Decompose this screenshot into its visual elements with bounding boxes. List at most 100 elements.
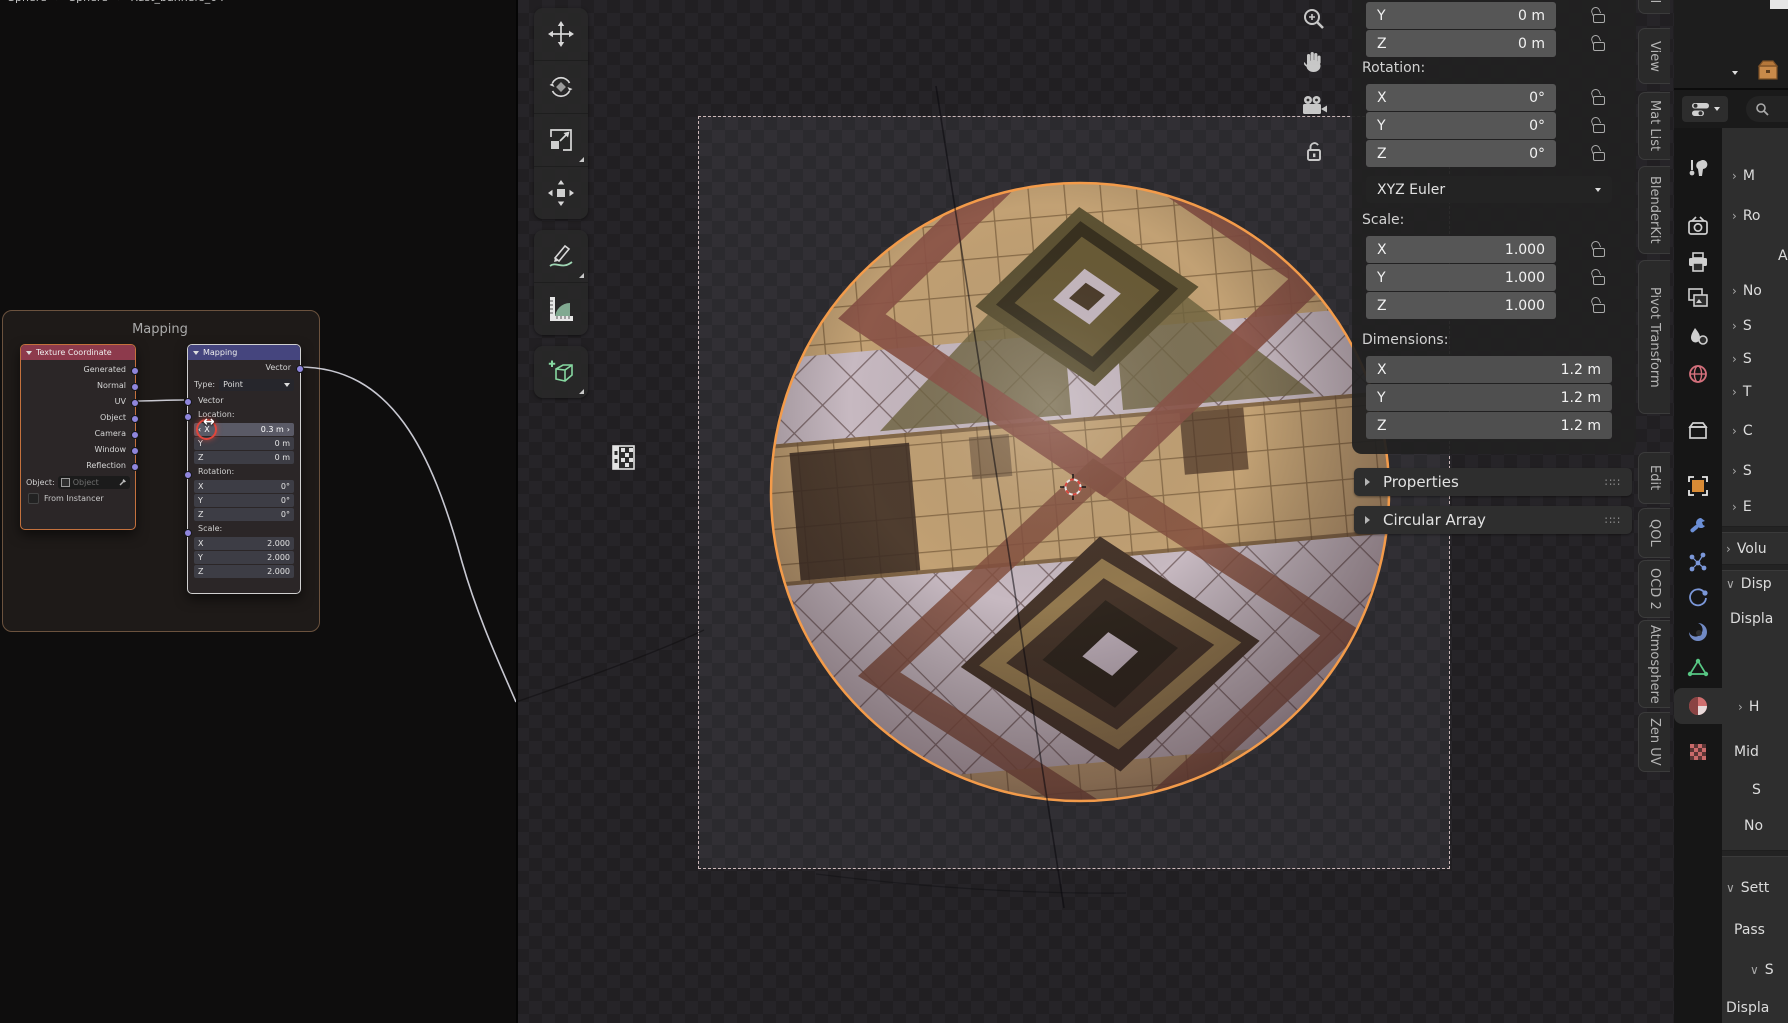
lock-gizmo[interactable] (1294, 132, 1334, 172)
rotation-x-slider[interactable]: X 0° (194, 480, 294, 493)
panel-row-displacement[interactable]: ∨Disp (1726, 576, 1772, 592)
annotate-tool-button[interactable] (534, 230, 588, 282)
panel-row[interactable]: ›S (1732, 463, 1752, 479)
texture-coordinate-node[interactable]: Texture Coordinate Generated Normal UV O… (20, 344, 136, 530)
panel-grip-icon[interactable]: ∷∷ (1605, 476, 1621, 489)
location-y-field[interactable]: Y 0 m (1366, 2, 1556, 29)
sidebar-tab-atmosphere[interactable]: Atmosphere (1638, 620, 1670, 708)
tab-tool[interactable] (1674, 150, 1722, 186)
scale-tool-button[interactable] (534, 113, 588, 166)
rotation-y-field[interactable]: Y 0° (1366, 112, 1556, 139)
rotation-z-field[interactable]: Z 0° (1366, 140, 1556, 167)
scale-x-field[interactable]: X 1.000 (1366, 236, 1556, 263)
camera-gizmo[interactable] (1294, 86, 1334, 126)
socket-location[interactable] (184, 413, 192, 421)
socket-rotation[interactable] (184, 471, 192, 479)
socket-object[interactable] (131, 415, 139, 423)
scale-z-field[interactable]: Z 1.000 (1366, 292, 1556, 319)
sidebar-tab-qol[interactable]: QOL (1638, 508, 1670, 558)
lock-rotation-z-icon[interactable] (1592, 145, 1608, 162)
collapse-chevron-icon[interactable] (26, 351, 32, 358)
sidebar-tab-ocd-2[interactable]: OCD 2 (1638, 560, 1670, 618)
scale-y-slider[interactable]: Y 2.000 (194, 551, 294, 564)
tab-output[interactable] (1674, 244, 1722, 280)
tab-modifiers[interactable] (1674, 508, 1722, 544)
shader-editor[interactable]: Sphere › Sphere › Rust_banners_04 Mappin… (0, 0, 518, 1023)
panel-row[interactable]: ›C (1732, 423, 1753, 439)
lock-scale-z-icon[interactable] (1592, 297, 1608, 314)
slider-increment[interactable]: › (287, 425, 290, 434)
dimension-y-field[interactable]: Y 1.2 m (1366, 384, 1612, 411)
texture-coordinate-node-header[interactable]: Texture Coordinate (21, 345, 135, 360)
sidebar-tab-tool[interactable]: Tool (1638, 0, 1670, 14)
socket-camera[interactable] (131, 431, 139, 439)
from-instancer-row[interactable]: From Instancer (21, 490, 135, 506)
panel-grip-icon[interactable]: ∷∷ (1605, 514, 1621, 527)
panel-row[interactable]: ∨S (1750, 962, 1774, 978)
tab-object-data[interactable] (1674, 650, 1722, 686)
dimension-z-field[interactable]: Z 1.2 m (1366, 412, 1612, 439)
panel-row[interactable]: ›T (1732, 384, 1751, 400)
add-cube-tool-button[interactable] (534, 346, 588, 398)
sidebar-tab-pivot-transform[interactable]: Pivot Transform (1638, 260, 1670, 414)
tab-material[interactable] (1674, 688, 1722, 724)
tab-object[interactable] (1674, 468, 1722, 504)
tab-texture[interactable] (1674, 734, 1722, 770)
dimension-x-field[interactable]: X 1.2 m (1366, 356, 1612, 383)
properties-panel-header[interactable]: Properties ∷∷ (1354, 468, 1632, 496)
rotation-x-field[interactable]: X 0° (1366, 84, 1556, 111)
tab-physics[interactable] (1674, 580, 1722, 616)
socket-vector-input[interactable] (184, 398, 192, 406)
socket-reflection[interactable] (131, 463, 139, 471)
tab-scene[interactable] (1674, 318, 1722, 354)
sidebar-tab-zen-uv[interactable]: Zen UV (1638, 712, 1670, 772)
panel-row[interactable]: ›E (1732, 499, 1752, 515)
panel-row-settings[interactable]: ∨Sett (1726, 880, 1769, 896)
tab-constraints[interactable] (1674, 614, 1722, 650)
object-field[interactable]: Object (58, 476, 130, 489)
zoom-gizmo[interactable] (1294, 0, 1334, 40)
lock-rotation-y-icon[interactable] (1592, 117, 1608, 134)
move-tool-button[interactable] (534, 8, 588, 60)
panel-row[interactable]: ›M (1732, 168, 1755, 184)
editor-type-button[interactable] (1682, 96, 1728, 122)
circular-array-panel-header[interactable]: Circular Array ∷∷ (1354, 506, 1632, 534)
tab-render[interactable] (1674, 208, 1722, 244)
search-field[interactable] (1746, 96, 1788, 122)
lock-rotation-x-icon[interactable] (1592, 89, 1608, 106)
rotate-tool-button[interactable] (534, 60, 588, 113)
socket-normal[interactable] (131, 383, 139, 391)
panel-row[interactable]: ›S (1732, 318, 1752, 334)
panel-row[interactable]: ›No (1732, 283, 1762, 299)
socket-scale[interactable] (184, 529, 192, 537)
location-z-field[interactable]: Z 0 m (1366, 30, 1556, 57)
mapping-node-header[interactable]: Mapping (188, 345, 300, 360)
socket-vector-output[interactable] (296, 365, 304, 373)
lock-scale-x-icon[interactable] (1592, 241, 1608, 258)
scale-z-slider[interactable]: Z 2.000 (194, 565, 294, 578)
tab-collection[interactable] (1674, 412, 1722, 448)
location-z-slider[interactable]: Z 0 m (194, 451, 294, 464)
measure-tool-button[interactable] (534, 282, 588, 335)
chevron-down-icon[interactable] (1732, 71, 1738, 78)
sidebar-tab-blenderkit[interactable]: BlenderKit (1638, 166, 1670, 254)
socket-generated[interactable] (131, 367, 139, 375)
sidebar-tab-view[interactable]: View (1638, 28, 1670, 84)
socket-uv[interactable] (131, 399, 139, 407)
rotation-y-slider[interactable]: Y 0° (194, 494, 294, 507)
sidebar-tab-edit[interactable]: Edit (1638, 452, 1670, 504)
lock-scale-y-icon[interactable] (1592, 269, 1608, 286)
tab-particles[interactable] (1674, 544, 1722, 580)
tab-world[interactable] (1674, 356, 1722, 392)
rotation-mode-dropdown[interactable]: XYZ Euler (1366, 176, 1612, 203)
eyedropper-icon[interactable] (119, 478, 127, 486)
panel-row[interactable]: ›S (1732, 351, 1752, 367)
transform-tool-button[interactable] (534, 166, 588, 219)
collapse-chevron-icon[interactable] (193, 351, 199, 358)
panel-row-volume[interactable]: ›Volu (1726, 541, 1767, 557)
type-select[interactable]: Point (219, 379, 294, 391)
tab-view-layer[interactable] (1674, 280, 1722, 316)
scale-x-slider[interactable]: X 2.000 (194, 537, 294, 550)
mapping-node[interactable]: Mapping Vector Type: Point Vector Locati… (187, 344, 301, 594)
from-instancer-checkbox[interactable] (28, 493, 39, 504)
